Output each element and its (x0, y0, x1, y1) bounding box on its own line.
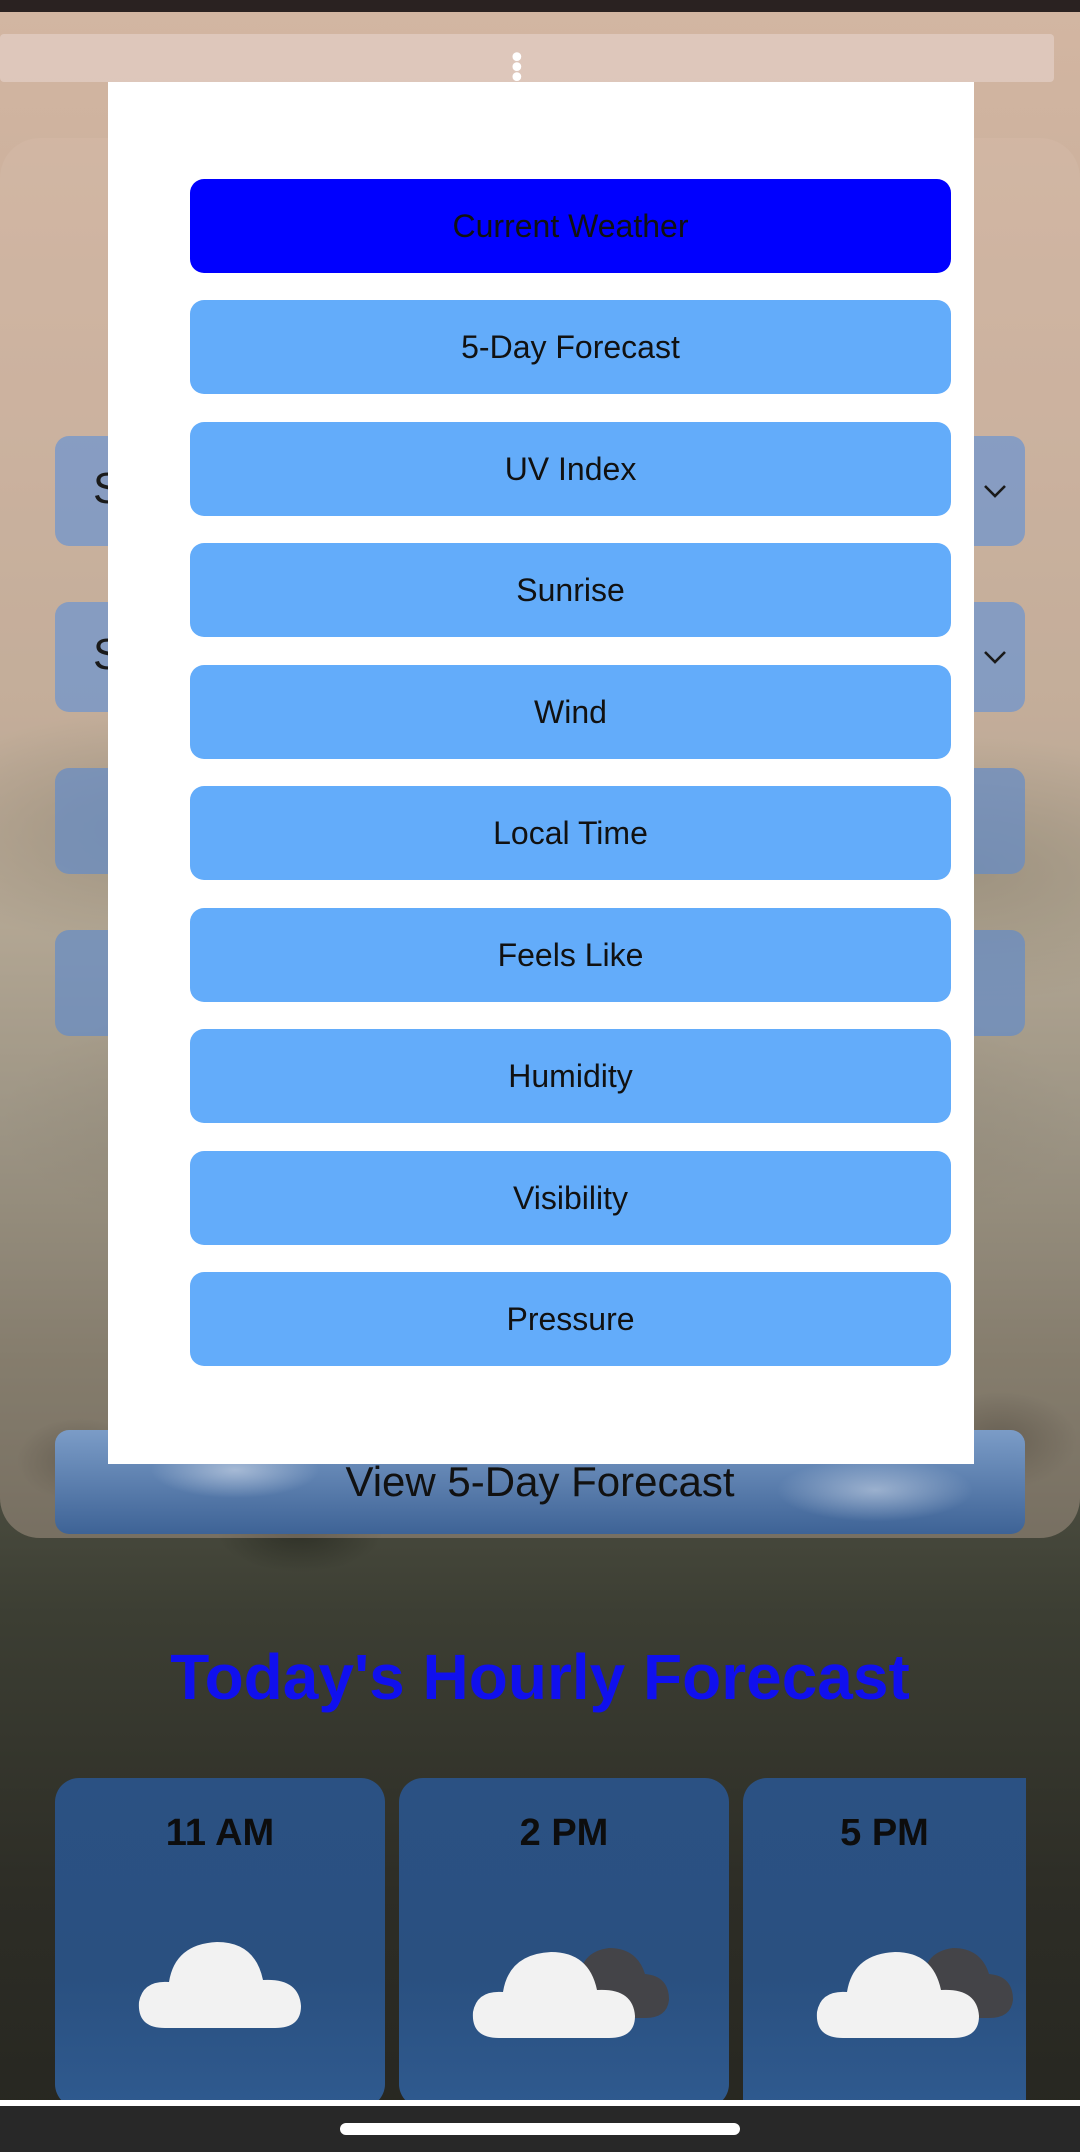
menu-item-humidity[interactable]: Humidity (190, 1029, 951, 1123)
status-bar (0, 0, 1080, 12)
hourly-card[interactable]: 11 AM (55, 1778, 385, 2108)
menu-item-local-time[interactable]: Local Time (190, 786, 951, 880)
hourly-card[interactable]: 2 PM (399, 1778, 729, 2108)
menu-item-wind[interactable]: Wind (190, 665, 951, 759)
menu-item-pressure[interactable]: Pressure (190, 1272, 951, 1366)
hourly-card[interactable]: 5 PM (743, 1778, 1026, 2108)
cloud-icon (138, 1942, 301, 2028)
menu-item-visibility[interactable]: Visibility (190, 1151, 951, 1245)
menu-dialog: Current Weather 5-Day Forecast UV Index … (108, 82, 974, 1464)
chevron-down-icon (984, 651, 1006, 664)
hourly-time: 11 AM (165, 1812, 275, 1854)
partly-cloudy-icon (816, 1948, 1013, 2038)
partly-cloudy-icon (472, 1948, 669, 2038)
hourly-time: 2 PM (519, 1812, 609, 1854)
more-options-icon[interactable]: • • • (508, 44, 526, 94)
top-app-bar (0, 34, 1054, 82)
home-gesture-handle[interactable] (340, 2123, 740, 2135)
menu-item-current-weather[interactable]: Current Weather (190, 179, 951, 273)
menu-item-sunrise[interactable]: Sunrise (190, 543, 951, 637)
menu-item-uv-index[interactable]: UV Index (190, 422, 951, 516)
menu-item-feels-like[interactable]: Feels Like (190, 908, 951, 1002)
menu-item-5-day-forecast[interactable]: 5-Day Forecast (190, 300, 951, 394)
hourly-forecast-title: Today's Hourly Forecast (170, 1641, 910, 1713)
hourly-time: 5 PM (840, 1812, 929, 1854)
chevron-down-icon (984, 485, 1006, 498)
